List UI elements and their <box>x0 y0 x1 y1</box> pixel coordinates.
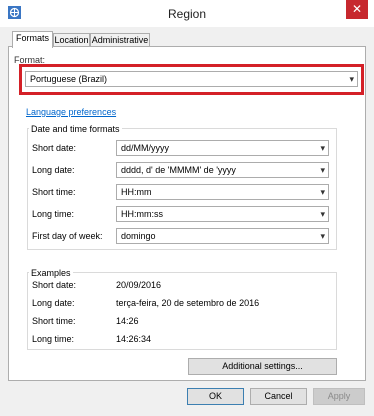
example-short-date-label: Short date: <box>32 280 77 290</box>
long-time-label: Long time: <box>32 209 75 219</box>
tab-location[interactable]: Location <box>53 33 90 46</box>
language-preferences-link[interactable]: Language preferences <box>26 107 116 117</box>
region-dialog: Region ✕ Formats Location Administrative… <box>0 0 374 416</box>
tab-formats[interactable]: Formats <box>12 31 53 48</box>
format-select[interactable]: Portuguese (Brazil) ▾ <box>25 71 358 87</box>
short-time-label: Short time: <box>32 187 76 197</box>
date-time-formats-title: Date and time formats <box>29 124 122 134</box>
long-time-select[interactable]: HH:mm:ss ▾ <box>116 206 329 222</box>
long-date-value: dddd, d' de 'MMMM' de 'yyyy <box>121 165 236 175</box>
chevron-down-icon: ▾ <box>320 165 325 175</box>
example-short-time-value: 14:26 <box>116 316 139 326</box>
chevron-down-icon: ▾ <box>320 231 325 241</box>
first-day-of-week-select[interactable]: domingo ▾ <box>116 228 329 244</box>
long-date-select[interactable]: dddd, d' de 'MMMM' de 'yyyy ▾ <box>116 162 329 178</box>
first-day-of-week-value: domingo <box>121 231 156 241</box>
example-short-time-label: Short time: <box>32 316 76 326</box>
first-day-of-week-label: First day of week: <box>32 231 103 241</box>
close-button[interactable]: ✕ <box>346 0 368 19</box>
short-time-value: HH:mm <box>121 187 152 197</box>
ok-button[interactable]: OK <box>187 388 244 405</box>
example-long-time-value: 14:26:34 <box>116 334 152 344</box>
chevron-down-icon: ▾ <box>320 187 325 197</box>
chevron-down-icon: ▾ <box>349 74 354 84</box>
window-title: Region <box>167 7 207 21</box>
examples-title: Examples <box>29 268 73 278</box>
short-date-label: Short date: <box>32 143 77 153</box>
example-long-date-label: Long date: <box>32 298 75 308</box>
short-time-select[interactable]: HH:mm ▾ <box>116 184 329 200</box>
example-short-date-value: 20/09/2016 <box>116 280 162 290</box>
example-long-time-label: Long time: <box>32 334 75 344</box>
format-value: Portuguese (Brazil) <box>30 74 108 84</box>
short-date-select[interactable]: dd/MM/yyyy ▾ <box>116 140 329 156</box>
short-date-value: dd/MM/yyyy <box>121 143 170 153</box>
long-date-label: Long date: <box>32 165 75 175</box>
additional-settings-button[interactable]: Additional settings... <box>188 358 337 375</box>
example-long-date-value: terça-feira, 20 de setembro de 2016 <box>116 298 260 308</box>
long-time-value: HH:mm:ss <box>121 209 163 219</box>
tab-administrative[interactable]: Administrative <box>90 33 150 46</box>
apply-button[interactable]: Apply <box>313 388 365 405</box>
title-bar: Region ✕ <box>0 0 374 27</box>
chevron-down-icon: ▾ <box>320 143 325 153</box>
chevron-down-icon: ▾ <box>320 209 325 219</box>
cancel-button[interactable]: Cancel <box>250 388 307 405</box>
